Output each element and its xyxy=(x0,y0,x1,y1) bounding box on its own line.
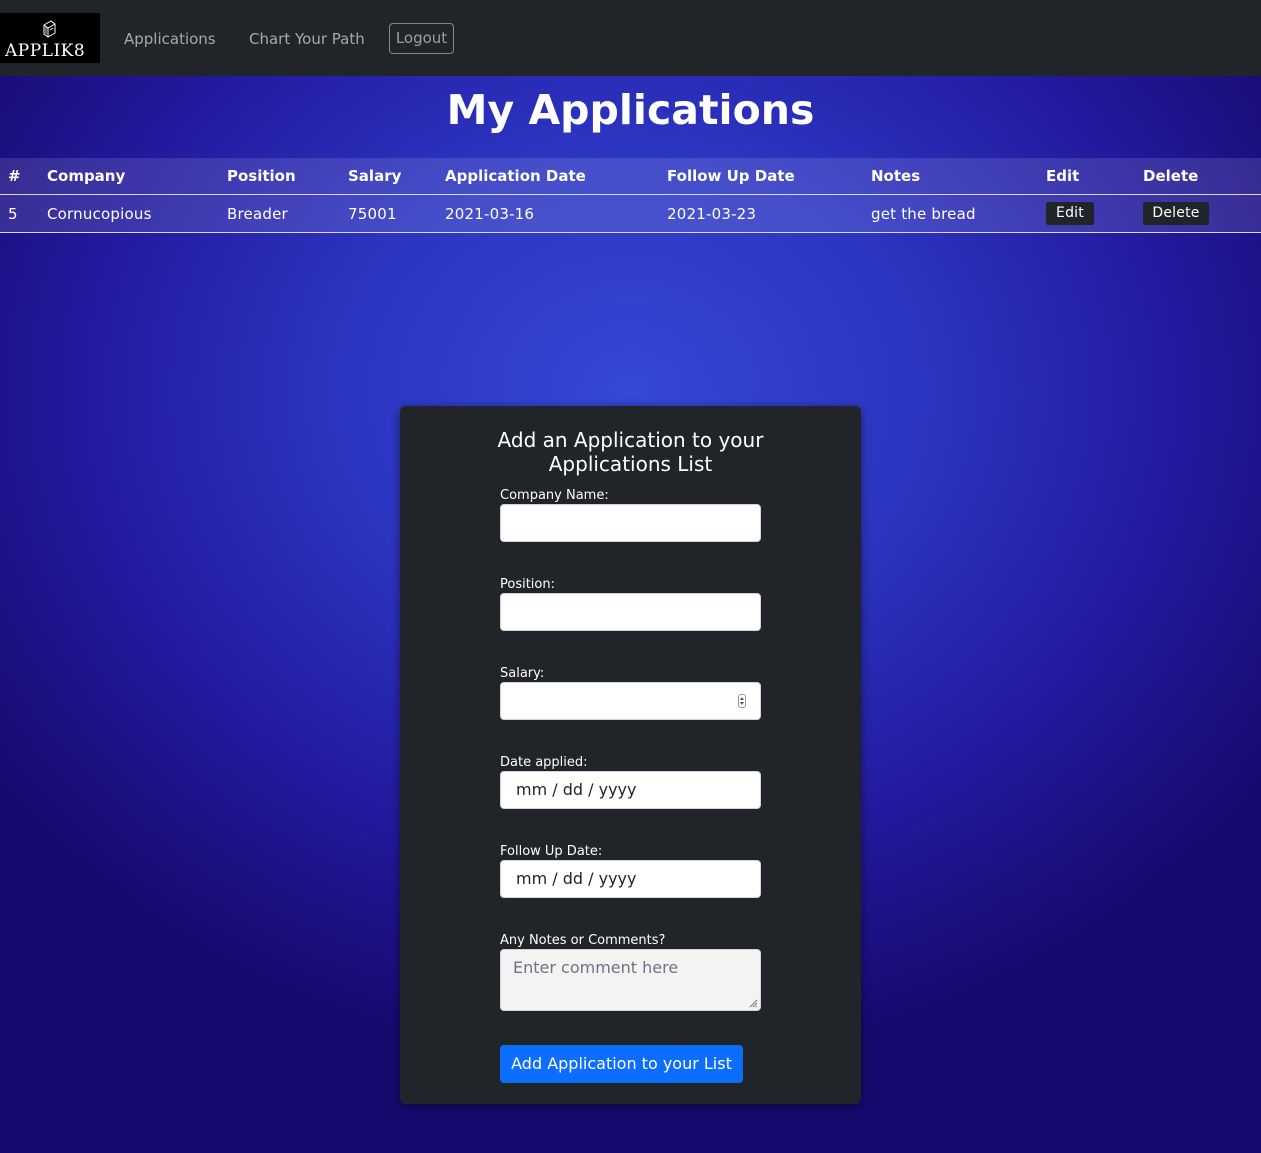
brand-logo[interactable]: APPLIK8 xyxy=(0,13,100,63)
cell-notes: get the bread xyxy=(863,194,1038,233)
column-header-position: Position xyxy=(219,158,340,195)
cell-company: Cornucopious xyxy=(39,194,219,233)
column-header-salary: Salary xyxy=(340,158,437,195)
logout-button[interactable]: Logout xyxy=(389,23,454,54)
form-title-text: Add an Application to your Applications … xyxy=(497,428,764,476)
follow-up-date-input[interactable]: mm / dd / yyyy xyxy=(500,860,761,898)
column-header-delete: Delete xyxy=(1135,158,1261,195)
edit-button[interactable]: Edit xyxy=(1046,202,1094,225)
cell-application-date: 2021-03-16 xyxy=(437,194,659,233)
notes-textarea[interactable]: Enter comment here xyxy=(500,949,761,1011)
cell-delete: Delete xyxy=(1135,194,1261,233)
date-applied-placeholder: mm / dd / yyyy xyxy=(516,780,637,799)
cell-position: Breader xyxy=(219,194,340,233)
notes-placeholder: Enter comment here xyxy=(513,958,679,977)
company-name-label: Company Name: xyxy=(500,488,609,503)
cell-id: 5 xyxy=(0,194,39,233)
salary-input[interactable] xyxy=(500,682,761,720)
position-input[interactable] xyxy=(500,593,761,631)
page-title: My Applications xyxy=(446,86,815,134)
applications-table: # Company Position Salary Application Da… xyxy=(0,158,1261,233)
logo-box-icon xyxy=(43,20,56,38)
navbar: APPLIK8 Applications Chart Your Path Log… xyxy=(0,0,1261,76)
form-title: Add an Application to your Applications … xyxy=(400,428,861,476)
add-application-button[interactable]: Add Application to your List xyxy=(500,1045,743,1083)
cell-salary: 75001 xyxy=(340,194,437,233)
notes-label: Any Notes or Comments? xyxy=(500,933,666,948)
date-applied-label: Date applied: xyxy=(500,755,588,770)
column-header-company: Company xyxy=(39,158,219,195)
cell-edit: Edit xyxy=(1038,194,1135,233)
cell-follow-up-date: 2021-03-23 xyxy=(659,194,863,233)
follow-up-date-label: Follow Up Date: xyxy=(500,844,603,859)
add-application-form: Add an Application to your Applications … xyxy=(400,406,861,1104)
number-spinner-icon[interactable] xyxy=(738,694,746,708)
column-header-application-date: Application Date xyxy=(437,158,659,195)
resize-grip-icon[interactable] xyxy=(748,998,758,1008)
brand-name: APPLIK8 xyxy=(5,41,86,61)
column-header-id: # xyxy=(0,158,39,195)
table-header-row: # Company Position Salary Application Da… xyxy=(0,158,1261,195)
nav-link-applications[interactable]: Applications xyxy=(124,29,216,49)
delete-button[interactable]: Delete xyxy=(1143,202,1209,225)
nav-link-chart-your-path[interactable]: Chart Your Path xyxy=(249,29,365,49)
company-name-input[interactable] xyxy=(500,504,761,542)
table-row: 5 Cornucopious Breader 75001 2021-03-16 … xyxy=(0,194,1261,233)
position-label: Position: xyxy=(500,577,555,592)
salary-label: Salary: xyxy=(500,666,545,681)
column-header-notes: Notes xyxy=(863,158,1038,195)
column-header-edit: Edit xyxy=(1038,158,1135,195)
follow-up-date-placeholder: mm / dd / yyyy xyxy=(516,869,637,888)
date-applied-input[interactable]: mm / dd / yyyy xyxy=(500,771,761,809)
column-header-follow-up-date: Follow Up Date xyxy=(659,158,863,195)
